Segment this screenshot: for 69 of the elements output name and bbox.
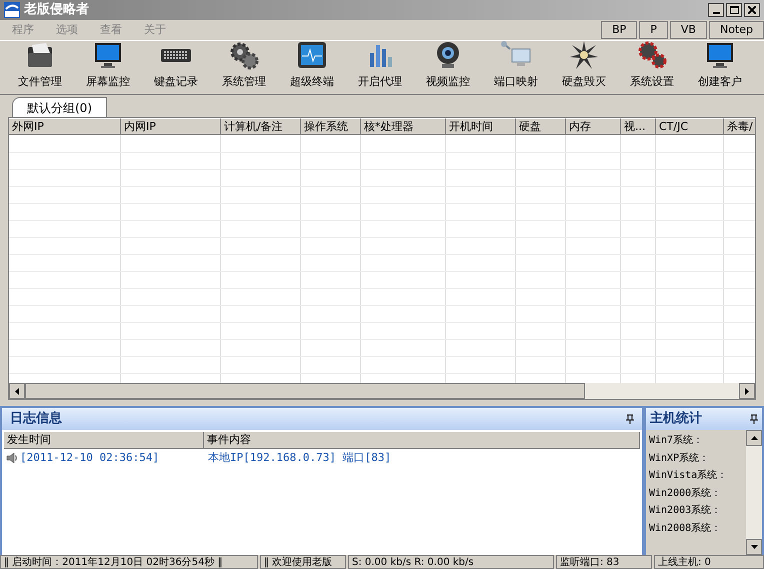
monitor-icon [704,41,736,70]
column-header[interactable]: 事件内容 [204,432,640,449]
scroll-right-button[interactable] [739,383,755,399]
close-button[interactable] [744,3,760,17]
toolbar-button[interactable]: VB [670,21,707,39]
down-arrow-icon [750,545,758,549]
panel-title: 日志信息 [10,410,62,428]
stat-label: Win2000系统： [649,486,722,500]
speaker-icon [6,452,18,464]
close-icon [748,6,756,14]
tab[interactable]: 默认分组(0) [12,97,107,117]
horizontal-scrollbar[interactable] [9,383,755,399]
toolbar-button[interactable]: 系统管理 [214,41,274,90]
stat-label: Win2003系统： [649,504,722,518]
burst-icon [568,41,600,70]
column-header[interactable]: 杀毒/ [724,118,755,135]
gears-icon [636,41,668,70]
minimize-button[interactable] [708,3,724,17]
toolbar-button[interactable]: 系统设置 [622,41,682,90]
column-header[interactable]: 硬盘 [516,118,566,135]
status-text: ‖ 启动时间：2011年12月10日 02时36分54秒 ‖ [0,555,258,569]
pin-icon[interactable] [750,414,758,424]
status-text: S: 0.00 kb/s R: 0.00 kb/s [348,555,554,569]
column-header[interactable]: 核*处理器 [361,118,446,135]
up-arrow-icon [750,436,758,440]
toolbar-button[interactable]: 屏幕监控 [78,41,138,90]
toolbar-button[interactable]: 开启代理 [350,41,410,90]
scroll-up-button[interactable] [746,430,762,446]
status-text: 监听端口: 83 [556,555,652,569]
column-header[interactable]: 开机时间 [446,118,516,135]
vertical-scrollbar[interactable] [746,430,762,555]
monitor-icon [92,41,124,70]
column-header[interactable]: 操作系统 [301,118,361,135]
scroll-down-button[interactable] [746,539,762,555]
toolbar-button[interactable]: P [639,21,668,39]
app-icon [4,2,20,18]
left-arrow-icon [15,388,19,394]
stat-label: Win2008系统： [649,522,722,536]
stat-label: WinXP系统： [649,452,710,466]
column-header[interactable]: CT/JC [656,118,724,135]
toolbar-button[interactable]: 创建客户 [690,41,750,90]
column-header[interactable]: 视... [621,118,656,135]
status-text: ‖ 欢迎使用老版 [260,555,346,569]
table-cell-text: [2011-12-10 02:36:54] [20,450,160,466]
column-header[interactable]: 计算机/备注 [221,118,301,135]
toolbar-button[interactable]: BP [601,21,638,39]
right-arrow-icon [745,388,749,394]
maximize-button[interactable] [726,3,742,17]
stat-label: WinVista系统： [649,468,728,483]
toolbar-button[interactable]: Notep [708,21,764,39]
pin-icon[interactable] [626,414,634,424]
panel-title: 主机统计 [650,410,702,428]
scroll-left-button[interactable] [9,383,25,399]
column-header[interactable]: 外网IP [9,118,121,135]
scrollbar-thumb[interactable] [25,383,585,399]
stat-label: Win7系统： [649,434,704,448]
column-header[interactable]: 内存 [566,118,621,135]
window-title: 老版侵略者 [24,1,89,20]
toolbar-button[interactable]: 键盘记录 [146,41,206,90]
table-cell-text: 本地IP[192.168.0.73] 端口[83] [207,450,392,466]
toolbar-button[interactable]: 硬盘毁灭 [554,41,614,90]
column-header[interactable]: 发生时间 [4,432,204,449]
toolbar-button[interactable]: 端口映射 [486,41,546,90]
gears-icon [228,41,260,70]
column-header[interactable]: 内网IP [121,118,221,135]
toolbar-button[interactable]: 视频监控 [418,41,478,90]
toolbar-button[interactable]: 超级终端 [282,41,342,90]
status-text: 上线主机: 0 [654,555,764,569]
toolbar-button[interactable]: 文件管理 [10,41,70,90]
